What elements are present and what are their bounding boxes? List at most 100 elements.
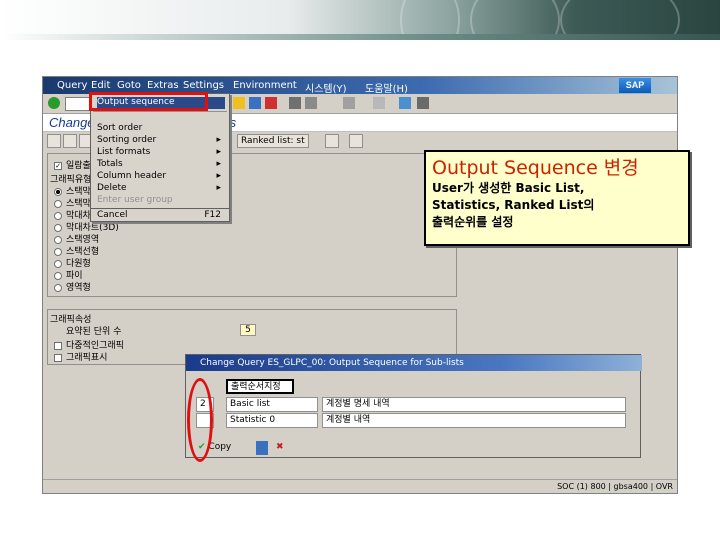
menu-item-delete[interactable]: Delete ▸ [97,183,225,195]
option-label: 영역형 [66,283,91,293]
summary-units-input[interactable]: 5 [240,324,256,336]
menu-item-sort-order[interactable]: Sort order [97,123,225,135]
submenu-arrow-icon: ▸ [216,183,221,193]
submenu-arrow-icon: ▸ [216,135,221,145]
table-row[interactable]: 2 Basic list 계정별 명세 내역 [196,397,626,412]
shortcut-label: F12 [204,210,221,220]
edit-menu-cancel-area: Cancel F12 [90,208,230,222]
sap-logo: SAP [619,78,651,93]
table-row[interactable]: Statistic 0 계정별 내역 [196,413,626,428]
menu-item-cancel[interactable]: Cancel F12 [97,210,225,222]
menu-settings[interactable]: Settings [183,80,224,91]
menu-item-label: Enter user group [97,195,173,205]
graphic-type-option[interactable]: 파이 [54,268,83,281]
explanation-callout: Output Sequence 변경 User가 생성한 Basic List,… [424,150,690,246]
menu-environment[interactable]: Environment [233,80,297,91]
graphic-type-option[interactable]: 영역형 [54,280,91,293]
banner-bar [0,34,720,40]
find-icon[interactable] [305,97,317,109]
callout-line: User가 생성한 Basic List, [432,181,585,195]
menu-item-label: List formats [97,147,151,157]
submenu-arrow-icon: ▸ [216,159,221,169]
highlight-ellipse [187,378,213,462]
radio-button[interactable] [54,187,62,196]
menu-item-label: Column header [97,171,167,181]
sublist-description: 계정별 내역 [322,413,626,428]
radio-button[interactable] [54,223,62,232]
layout-icon[interactable] [417,97,429,109]
menu-goto[interactable]: Goto [117,80,141,91]
grid-icon[interactable] [325,134,339,148]
sublist-description: 계정별 명세 내역 [322,397,626,412]
menu-item-enter-user-group: Enter user group [97,195,225,207]
menu-extras[interactable]: Extras [147,80,179,91]
app-tool-icon[interactable] [63,134,77,148]
ranked-list-sort: st [296,136,305,146]
menu-system[interactable]: 시스템(Y) [305,80,347,95]
presentation-banner [0,0,720,40]
checkbox[interactable] [54,341,62,350]
callout-line: Statistics, Ranked List의 [432,198,595,212]
page-nav-icon[interactable] [343,97,355,109]
dialog-title: Change Query ES_GLPC_00: Output Sequence… [186,355,642,371]
graphic-type-option[interactable]: 스택영역 [54,232,99,245]
menu-item-label: Delete [97,183,127,193]
close-icon[interactable]: ✖ [276,441,284,455]
menu-item-column-header[interactable]: Column header ▸ [97,171,225,183]
submenu-arrow-icon: ▸ [216,147,221,157]
menu-item-label: Sort order [97,123,143,133]
menu-query[interactable]: Query [57,80,87,91]
menu-item-label: Totals [97,159,123,169]
radio-button[interactable] [54,235,62,244]
output-sequence-dialog: Change Query ES_GLPC_00: Output Sequence… [185,354,642,458]
callout-title: Output Sequence 변경 [432,157,639,179]
menu-help[interactable]: 도움말(H) [365,80,408,95]
graphic-check-row[interactable]: 다중적인그래픽 [54,338,124,351]
radio-button[interactable] [54,271,62,280]
menu-item-list-formats[interactable]: List formats ▸ [97,147,225,159]
callout-line: 출력순위를 설정 [432,215,514,229]
status-info: SOC (1) 800 | gbsa400 | OVR [557,482,673,491]
settings-icon[interactable] [256,441,268,455]
radio-button[interactable] [54,283,62,292]
radio-button[interactable] [54,211,62,220]
sublist-name: Basic list [226,397,318,412]
menu-edit[interactable]: Edit [91,80,110,91]
app-tool-icon[interactable] [47,134,61,148]
check-label: 그래픽표시 [66,353,108,363]
list-output-checkbox[interactable]: ✓ [54,161,62,170]
list-icon[interactable] [349,134,363,148]
radio-button[interactable] [54,247,62,256]
graphic-attributes-title: 그래픽속성 [50,315,92,325]
submenu-arrow-icon: ▸ [216,171,221,181]
copy-label: Copy [208,442,232,452]
status-bar: SOC (1) 800 | gbsa400 | OVR [43,479,677,493]
sequence-header: 출력순서지정 [226,379,294,394]
checkbox[interactable] [54,353,62,362]
sublist-name: Statistic 0 [226,413,318,428]
summary-units-label: 요약된 단위 수 [66,327,122,337]
help-icon[interactable] [399,97,411,109]
highlight-box [89,92,208,111]
ranked-list-label: Ranked list [241,136,291,146]
graphic-type-group: 그래픽유형 [50,172,91,185]
radio-button[interactable] [54,199,62,208]
new-session-icon[interactable] [373,97,385,109]
menu-item-sorting-order[interactable]: Sorting order ▸ [97,135,225,147]
dialog-header-row: 출력순서지정 [226,379,306,394]
cancel-icon[interactable] [265,97,277,109]
back-icon[interactable] [249,97,261,109]
graphic-type-option[interactable]: 스택선형 [54,244,99,257]
menu-item-label: Cancel [97,210,128,220]
menu-separator [93,111,227,112]
menu-item-totals[interactable]: Totals ▸ [97,159,225,171]
menu-item-label: Sorting order [97,135,157,145]
graphic-type-option[interactable]: 다원형 [54,256,91,269]
radio-button[interactable] [54,259,62,268]
ranked-list-button[interactable]: Ranked list: st [237,134,309,148]
graphic-check-row[interactable]: 그래픽표시 [54,350,108,363]
spacer [47,299,457,305]
save-icon[interactable] [233,97,245,109]
enter-icon[interactable] [48,97,60,109]
print-icon[interactable] [289,97,301,109]
